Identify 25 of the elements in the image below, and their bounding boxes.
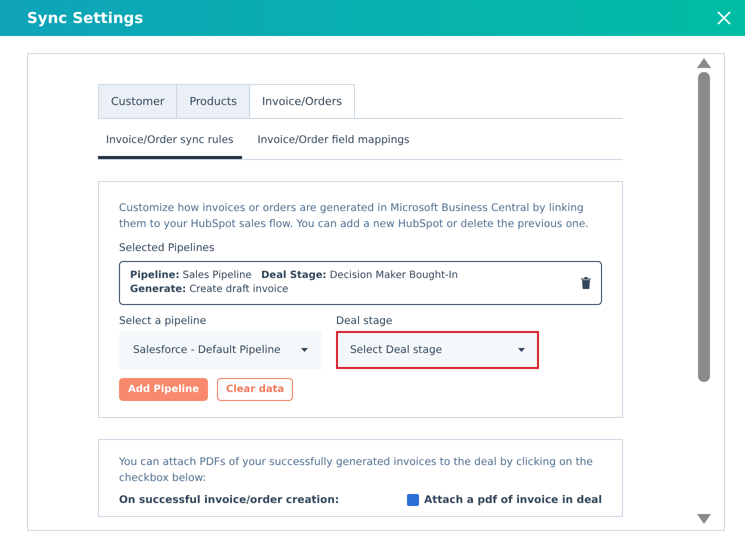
dropdown[interactable]: Salesforce - Default Pipeline — [119, 331, 322, 369]
field-label: Select a pipeline — [119, 315, 208, 327]
close-icon[interactable] — [717, 11, 731, 25]
checkbox[interactable] — [407, 494, 420, 506]
tab[interactable]: Customer — [98, 84, 178, 118]
pipeline-text: Generate: Create draft invoice — [130, 283, 290, 297]
scroll-down-icon[interactable] — [697, 514, 711, 524]
caret-icon — [301, 348, 308, 352]
row-label: On successful invoice/order creation: — [119, 494, 340, 506]
field-label: Deal stage — [336, 315, 394, 327]
scroll-up-icon[interactable] — [697, 58, 711, 68]
scroll-thumb[interactable] — [698, 72, 710, 382]
caret-icon — [518, 348, 525, 352]
description: Customize how invoices or orders are generated in Microsoft Business Central by linking them to your HubSpot sales flow. You can add a new HubSpot or delete the previous one. — [119, 201, 590, 232]
tab[interactable]: Invoice/Order sync rules — [98, 125, 242, 159]
pipeline-text: Pipeline: Sales Pipeline Deal Stage: Decision Maker Bought-In — [130, 269, 458, 283]
tab[interactable]: Invoice/Orders — [248, 84, 355, 118]
dropdown[interactable]: Select Deal stage — [336, 331, 539, 369]
checkbox-label: Attach a pdf of invoice in deal — [424, 494, 602, 506]
section-label: Selected Pipelines — [119, 242, 216, 254]
delete-icon[interactable] — [581, 277, 591, 289]
window-title: Sync Settings — [27, 9, 144, 27]
tab[interactable]: Invoice/Order field mappings — [250, 125, 418, 159]
tab[interactable]: Products — [176, 84, 250, 118]
description: You can attach PDFs of your successfully generated invoices to the deal by clicking on the checkbox below: — [119, 455, 594, 486]
